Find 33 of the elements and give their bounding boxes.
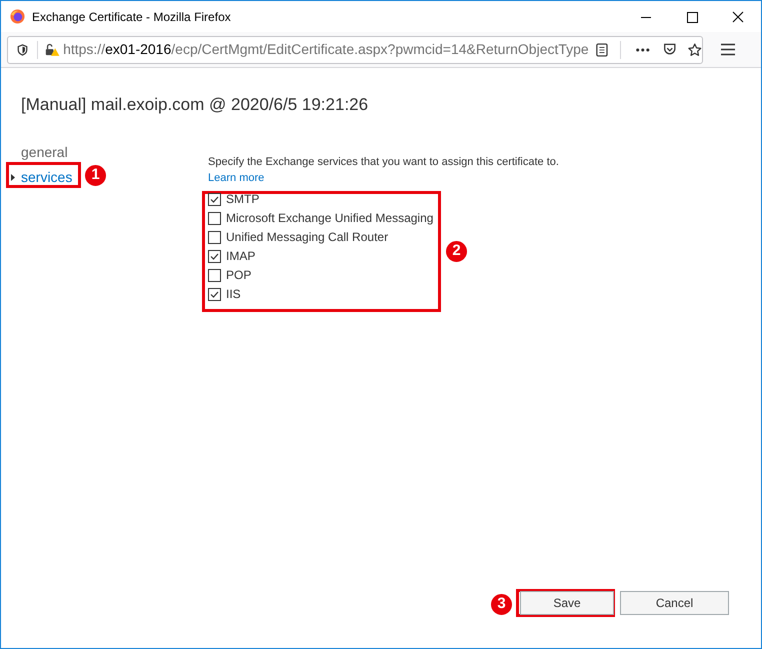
save-button[interactable]: Save — [520, 591, 614, 615]
checkbox-label[interactable]: SMTP — [226, 190, 260, 208]
checkbox-label[interactable]: IMAP — [226, 247, 256, 265]
browser-logo-icon — [10, 9, 25, 24]
window-title: Exchange Certificate - Mozilla Firefox — [32, 8, 231, 26]
checkbox[interactable] — [208, 212, 221, 224]
nav-link[interactable]: general — [11, 140, 68, 164]
menu-icon[interactable] — [721, 43, 735, 56]
more-icon[interactable] — [636, 48, 650, 52]
caret-icon — [11, 174, 15, 180]
checkbox-label[interactable]: IIS — [226, 285, 241, 303]
reader-view-icon[interactable] — [596, 42, 608, 58]
page-title: [Manual] mail.exoip.com @ 2020/6/5 19:21:26 — [21, 94, 370, 116]
checkbox[interactable] — [208, 230, 221, 244]
checkbox[interactable] — [208, 250, 221, 262]
step-badge: 1 — [83, 163, 108, 188]
learn-more-link[interactable]: Learn more — [208, 172, 264, 184]
lock-warning-icon[interactable] — [44, 42, 60, 58]
description-text: Specify the Exchange services that you want to assign this certificate to. Learn more — [208, 154, 560, 186]
checkbox[interactable] — [208, 288, 221, 300]
checkbox[interactable] — [208, 268, 221, 282]
step-badge: 2 — [444, 239, 469, 264]
shield-icon[interactable] — [17, 42, 28, 56]
checkbox-label[interactable]: Microsoft Exchange Unified Messaging — [226, 209, 434, 227]
checkbox-label[interactable]: POP — [226, 266, 252, 284]
pocket-icon[interactable] — [662, 42, 676, 57]
address-bar[interactable]: https://ex01-2016/ecp/CertMgmt/EditCertificate.aspx?pwmcid=14&ReturnObjectType — [7, 36, 703, 64]
checkbox-label[interactable]: Unified Messaging Call Router — [226, 228, 388, 246]
star-icon[interactable] — [688, 42, 702, 58]
cancel-button[interactable]: Cancel — [620, 591, 729, 615]
checkbox[interactable] — [208, 192, 221, 206]
step-badge: 3 — [489, 592, 514, 617]
nav-link[interactable]: services — [11, 164, 72, 190]
